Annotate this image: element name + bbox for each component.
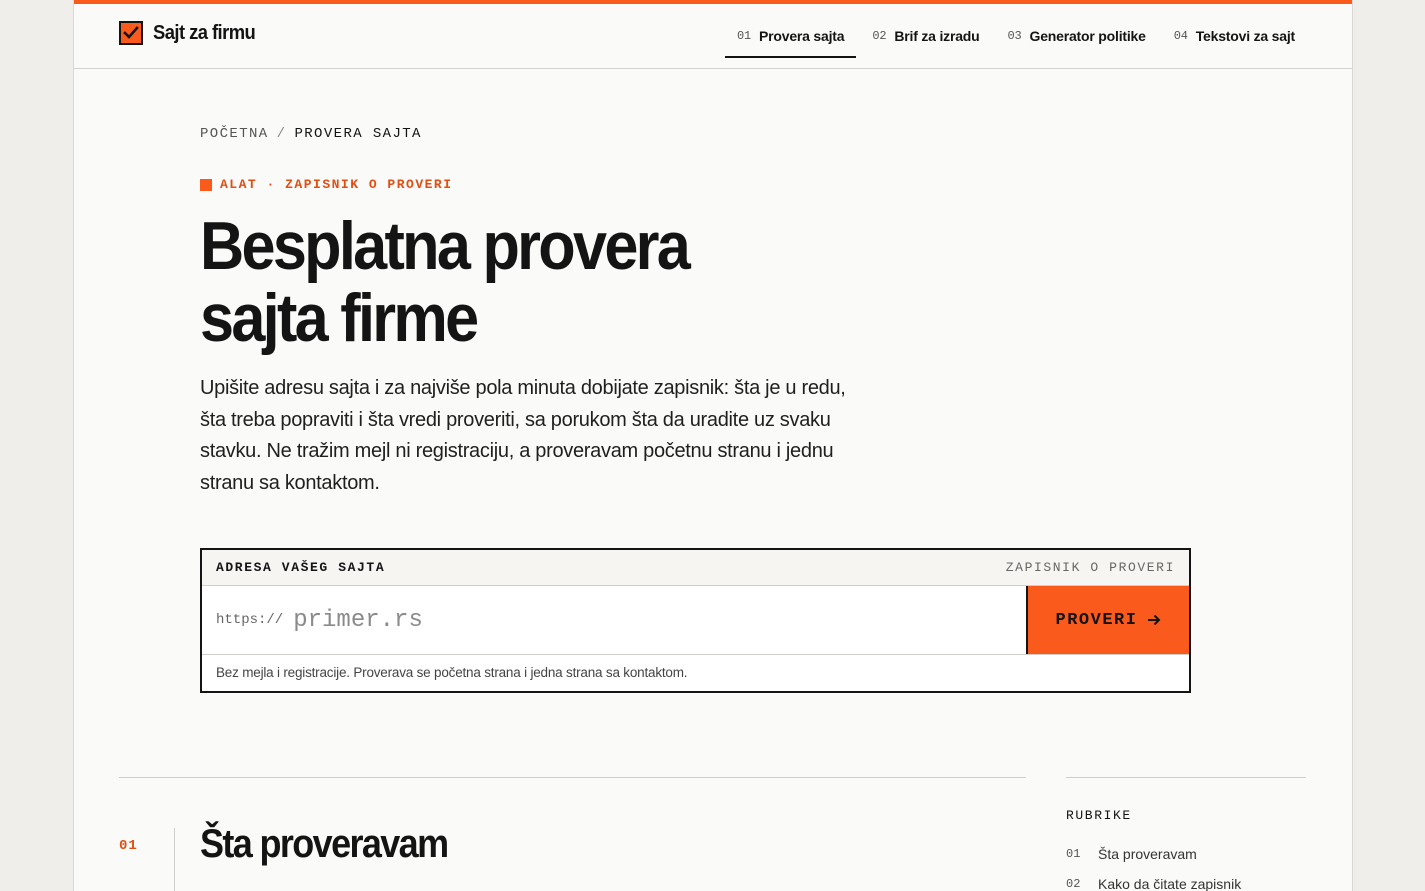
- rubrike-item-kako-da-citate-zapisnik[interactable]: 02 Kako da čitate zapisnik: [1066, 869, 1241, 891]
- nav-item-label: Tekstovi za sajt: [1195, 28, 1295, 44]
- checker-input-row: https:// PROVERI: [202, 586, 1189, 655]
- eyebrow-text: ALAT · ZAPISNIK O PROVERI: [220, 177, 453, 192]
- nav-item-label: Brif za izradu: [894, 28, 980, 44]
- nav-item-number: 02: [872, 29, 887, 43]
- rubrike-title: RUBRIKE: [1066, 808, 1132, 823]
- check-button[interactable]: PROVERI: [1026, 586, 1189, 654]
- orange-square-icon: [200, 178, 212, 191]
- nav-item-number: 01: [736, 29, 751, 43]
- nav-item-brif-za-izradu[interactable]: 02 Brif za izradu: [860, 4, 991, 68]
- section-number: 01: [119, 838, 138, 854]
- url-field: https://: [202, 586, 1026, 654]
- section-rule: [119, 777, 1026, 778]
- check-button-label: PROVERI: [1055, 610, 1138, 630]
- brand-name: Sajt za firmu: [153, 21, 256, 44]
- section-title: Šta proveravam: [200, 822, 449, 866]
- nav-item-tekstovi-za-sajt[interactable]: 04 Tekstovi za sajt: [1162, 4, 1307, 68]
- sidebar-rule: [1066, 777, 1306, 778]
- rubrike-item-number: 02: [1066, 877, 1081, 891]
- url-field-label: ADRESA VAŠEG SAJTA: [216, 560, 386, 575]
- brand-home-link[interactable]: Sajt za firmu: [119, 21, 264, 45]
- breadcrumb-home-link[interactable]: POČETNA: [200, 126, 269, 142]
- checker-tag: ZAPISNIK O PROVERI: [1005, 560, 1175, 575]
- breadcrumb-separator: /: [276, 126, 287, 142]
- breadcrumb: POČETNA / PROVERA SAJTA: [200, 126, 422, 142]
- rubrike-item-label: Kako da čitate zapisnik: [1098, 876, 1242, 891]
- arrow-right-icon: [1148, 614, 1161, 626]
- site-check-form: ADRESA VAŠEG SAJTA ZAPISNIK O PROVERI ht…: [200, 548, 1191, 693]
- checker-note: Bez mejla i registracije. Proverava se p…: [216, 665, 688, 680]
- url-protocol-prefix: https://: [216, 612, 284, 628]
- nav-item-number: 03: [1007, 29, 1022, 43]
- main-nav: 01 Provera sajta 02 Brif za izradu 03 Ge…: [721, 4, 1307, 68]
- nav-item-label: Generator politike: [1029, 28, 1146, 44]
- nav-item-label: Provera sajta: [759, 28, 845, 44]
- section-divider: [174, 828, 175, 891]
- rubrike-item-sta-proveravam[interactable]: 01 Šta proveravam: [1066, 839, 1241, 869]
- page-intro: Upišite adresu sajta i za najviše pola m…: [200, 377, 846, 494]
- nav-item-provera-sajta[interactable]: 01 Provera sajta: [724, 4, 857, 68]
- checkbox-check-icon: [119, 21, 143, 45]
- page-title: Besplatna provera sajta firme: [200, 208, 691, 356]
- tool-eyebrow: ALAT · ZAPISNIK O PROVERI: [200, 177, 453, 192]
- rubrike-item-label: Šta proveravam: [1098, 846, 1197, 862]
- page: Sajt za firmu 01 Provera sajta 02 Brif z…: [73, 0, 1353, 891]
- nav-item-generator-politike[interactable]: 03 Generator politike: [995, 4, 1157, 68]
- rubrike-list: 01 Šta proveravam 02 Kako da čitate zapi…: [1066, 839, 1241, 891]
- nav-item-number: 04: [1173, 29, 1188, 43]
- site-header: Sajt za firmu 01 Provera sajta 02 Brif z…: [74, 4, 1352, 69]
- breadcrumb-current: PROVERA SAJTA: [294, 126, 422, 142]
- rubrike-item-number: 01: [1066, 847, 1081, 861]
- site-url-input[interactable]: [291, 605, 1026, 635]
- checker-header: ADRESA VAŠEG SAJTA ZAPISNIK O PROVERI: [202, 550, 1189, 586]
